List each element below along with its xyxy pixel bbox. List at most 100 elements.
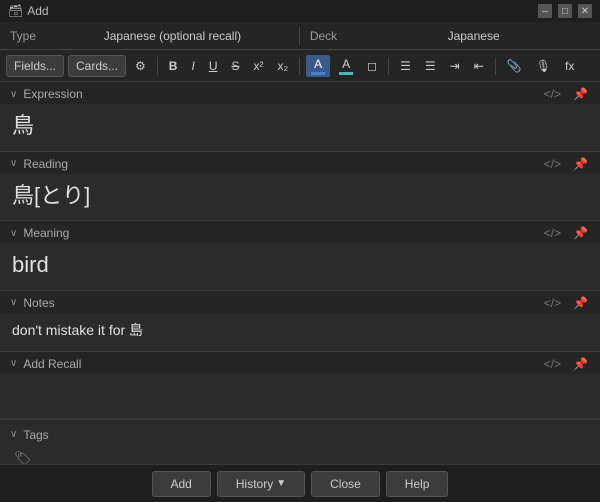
- window-title: Add: [27, 4, 48, 18]
- fields-button[interactable]: Fields...: [6, 55, 64, 77]
- field-header-right-add-recall: </> 📌: [542, 357, 590, 371]
- gear-icon: ⚙: [135, 59, 146, 73]
- chevron-meaning: ∨: [10, 228, 17, 239]
- text-color-button[interactable]: A: [306, 55, 330, 77]
- field-header-meaning: ∨ Meaning </> 📌: [0, 221, 600, 243]
- formula-icon: fx: [565, 59, 574, 73]
- field-header-left-add-recall: ∨ Add Recall: [10, 357, 81, 371]
- bottom-bar: Add History ▼ Close Help: [0, 464, 600, 502]
- history-button[interactable]: History ▼: [217, 471, 305, 497]
- field-header-expression: ∨ Expression </> 📌: [0, 82, 600, 104]
- history-label: History: [236, 477, 273, 491]
- bold-button[interactable]: B: [164, 55, 183, 77]
- field-section-expression: ∨ Expression </> 📌 鳥: [0, 82, 600, 152]
- history-arrow-icon: ▼: [276, 478, 286, 489]
- eraser-icon: ◻: [367, 59, 377, 73]
- code-btn-meaning[interactable]: </>: [542, 226, 563, 240]
- type-value[interactable]: Japanese (optional recall): [46, 29, 299, 43]
- close-window-button[interactable]: ✕: [578, 4, 592, 18]
- indent-icon: ⇥: [450, 59, 460, 73]
- reading-value: 鳥[とり]: [12, 182, 588, 211]
- underline-label: U: [209, 59, 218, 73]
- field-header-left-notes: ∨ Notes: [10, 296, 55, 310]
- italic-label: I: [191, 59, 194, 73]
- tags-label: Tags: [23, 428, 48, 442]
- window-icon: 🗃: [8, 4, 23, 18]
- color-bar-blue: [311, 72, 325, 75]
- field-content-notes[interactable]: don't mistake it for 島: [0, 313, 600, 351]
- field-header-add-recall: ∨ Add Recall </> 📌: [0, 352, 600, 374]
- field-header-right-reading: </> 📌: [542, 157, 590, 171]
- field-section-add-recall: ∨ Add Recall </> 📌: [0, 352, 600, 419]
- close-button[interactable]: Close: [311, 471, 380, 497]
- list-ol-button[interactable]: ☰: [420, 55, 441, 77]
- highlight-icon: A: [339, 57, 353, 75]
- content-area[interactable]: ∨ Expression </> 📌 鳥 ∨ Reading </> 📌 鳥[と…: [0, 82, 600, 464]
- code-btn-reading[interactable]: </>: [542, 157, 563, 171]
- color-bar-teal: [339, 72, 353, 75]
- minimize-button[interactable]: –: [538, 4, 552, 18]
- eraser-button[interactable]: ◻: [362, 55, 382, 77]
- code-btn-expression[interactable]: </>: [542, 87, 563, 101]
- field-content-meaning[interactable]: bird: [0, 243, 600, 290]
- strikethrough-button[interactable]: S: [226, 55, 244, 77]
- field-section-meaning: ∨ Meaning </> 📌 bird: [0, 221, 600, 291]
- field-name-meaning: Meaning: [23, 226, 69, 240]
- field-name-reading: Reading: [23, 157, 68, 171]
- indent-button[interactable]: ⇥: [445, 55, 465, 77]
- field-header-right-notes: </> 📌: [542, 296, 590, 310]
- toolbar-separator-2: [299, 57, 300, 75]
- code-btn-notes[interactable]: </>: [542, 296, 563, 310]
- expression-value: 鳥: [12, 112, 588, 141]
- deck-value[interactable]: Japanese: [347, 29, 600, 43]
- pin-btn-notes[interactable]: 📌: [571, 296, 590, 310]
- list-ul-button[interactable]: ☰: [395, 55, 416, 77]
- field-header-left-meaning: ∨ Meaning: [10, 226, 69, 240]
- title-bar: 🗃 Add – □ ✕: [0, 0, 600, 22]
- superscript-label: x²: [254, 59, 264, 73]
- attach-button[interactable]: 📎: [502, 55, 527, 77]
- record-button[interactable]: 🎙: [531, 55, 556, 77]
- strikethrough-label: S: [231, 59, 239, 73]
- highlight-button[interactable]: A: [334, 55, 358, 77]
- help-button[interactable]: Help: [386, 471, 449, 497]
- tag-icon: 🏷: [14, 450, 32, 464]
- outdent-button[interactable]: ⇤: [469, 55, 489, 77]
- list-ul-icon: ☰: [400, 59, 411, 73]
- field-section-reading: ∨ Reading </> 📌 鳥[とり]: [0, 152, 600, 222]
- underline-button[interactable]: U: [204, 55, 223, 77]
- formula-button[interactable]: fx: [560, 55, 579, 77]
- superscript-button[interactable]: x²: [249, 55, 269, 77]
- field-content-add-recall[interactable]: [0, 374, 600, 418]
- tags-input-area[interactable]: 🏷: [10, 448, 590, 464]
- pin-btn-expression[interactable]: 📌: [571, 87, 590, 101]
- field-section-notes: ∨ Notes </> 📌 don't mistake it for 島: [0, 291, 600, 352]
- pin-btn-add-recall[interactable]: 📌: [571, 357, 590, 371]
- cards-button[interactable]: Cards...: [68, 55, 126, 77]
- code-btn-add-recall[interactable]: </>: [542, 357, 563, 371]
- chevron-expression: ∨: [10, 89, 17, 100]
- chevron-notes: ∨: [10, 297, 17, 308]
- type-label: Type: [0, 29, 46, 43]
- field-content-expression[interactable]: 鳥: [0, 104, 600, 151]
- notes-value: don't mistake it for 島: [12, 321, 588, 341]
- maximize-button[interactable]: □: [558, 4, 572, 18]
- pin-btn-meaning[interactable]: 📌: [571, 226, 590, 240]
- field-header-reading: ∨ Reading </> 📌: [0, 152, 600, 174]
- outdent-icon: ⇤: [474, 59, 484, 73]
- chevron-reading: ∨: [10, 158, 17, 169]
- italic-button[interactable]: I: [186, 55, 199, 77]
- field-header-right-meaning: </> 📌: [542, 226, 590, 240]
- pin-btn-reading[interactable]: 📌: [571, 157, 590, 171]
- add-button[interactable]: Add: [152, 471, 211, 497]
- text-color-icon: A: [311, 57, 325, 75]
- bold-label: B: [169, 59, 178, 73]
- title-bar-left: 🗃 Add: [8, 4, 49, 18]
- subscript-button[interactable]: x₂: [273, 55, 294, 77]
- list-ol-icon: ☰: [425, 59, 436, 73]
- field-content-reading[interactable]: 鳥[とり]: [0, 174, 600, 221]
- record-icon: 🎙: [536, 59, 551, 73]
- tags-header: ∨ Tags: [10, 428, 590, 442]
- gear-button[interactable]: ⚙: [130, 55, 151, 77]
- field-name-notes: Notes: [23, 296, 54, 310]
